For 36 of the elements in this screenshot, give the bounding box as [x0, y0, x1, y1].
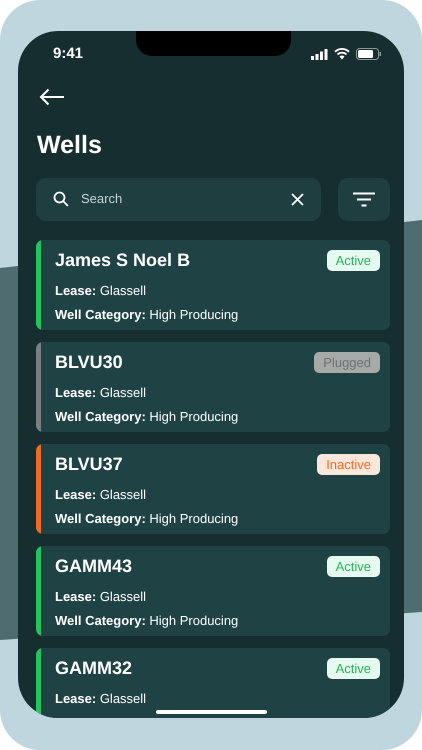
lease-text: Lease: Glassell: [55, 486, 148, 502]
status-badge: Inactive: [317, 454, 380, 474]
well-card[interactable]: BLVU30 Plugged Lease: Glassell Well Category: High Producing: [36, 342, 390, 432]
well-name: James S Noel B: [55, 248, 190, 272]
category-text: Well Category: High Producing: [55, 408, 240, 424]
arrow-left-icon: [39, 88, 65, 106]
well-name: BLVU37: [55, 452, 123, 476]
well-card[interactable]: GAMM43 Active Lease: Glassell Well Category: High Producing: [36, 546, 390, 636]
status-badge: Active: [326, 250, 380, 270]
battery-icon: [356, 48, 382, 60]
well-card[interactable]: BLVU37 Inactive Lease: Glassell Well Category: High Producing: [36, 444, 390, 534]
category-text: Well Category: High Producing: [55, 510, 240, 526]
category-text: Well Category: High Producing: [55, 306, 240, 322]
filter-button[interactable]: [338, 178, 390, 220]
filter-icon: [353, 192, 375, 206]
lease-text: Lease: Glassell: [55, 384, 148, 400]
lease-text: Lease: Glassell: [55, 588, 148, 604]
status-badge: Active: [326, 658, 380, 678]
search-bar[interactable]: Search: [36, 178, 321, 220]
status-time: 9:41: [53, 44, 84, 64]
signal-icon: [311, 48, 328, 60]
page-title: Wells: [36, 130, 103, 160]
lease-text: Lease: Glassell: [55, 282, 148, 298]
clear-icon[interactable]: [291, 192, 304, 206]
wifi-icon: [334, 48, 350, 60]
status-badge: Active: [326, 556, 380, 576]
search-icon: [53, 191, 69, 207]
well-name: BLVU30: [55, 350, 123, 374]
well-name: GAMM43: [55, 554, 132, 578]
search-field[interactable]: Search: [81, 189, 279, 209]
well-card[interactable]: GAMM32 Active Lease: Glassell: [36, 648, 390, 718]
well-name: GAMM32: [55, 656, 132, 680]
lease-text: Lease: Glassell: [55, 690, 148, 706]
status-badge: Plugged: [314, 352, 380, 372]
category-text: Well Category: High Producing: [55, 612, 240, 628]
well-card[interactable]: James S Noel B Active Lease: Glassell Well Category: High Producing: [36, 240, 390, 330]
